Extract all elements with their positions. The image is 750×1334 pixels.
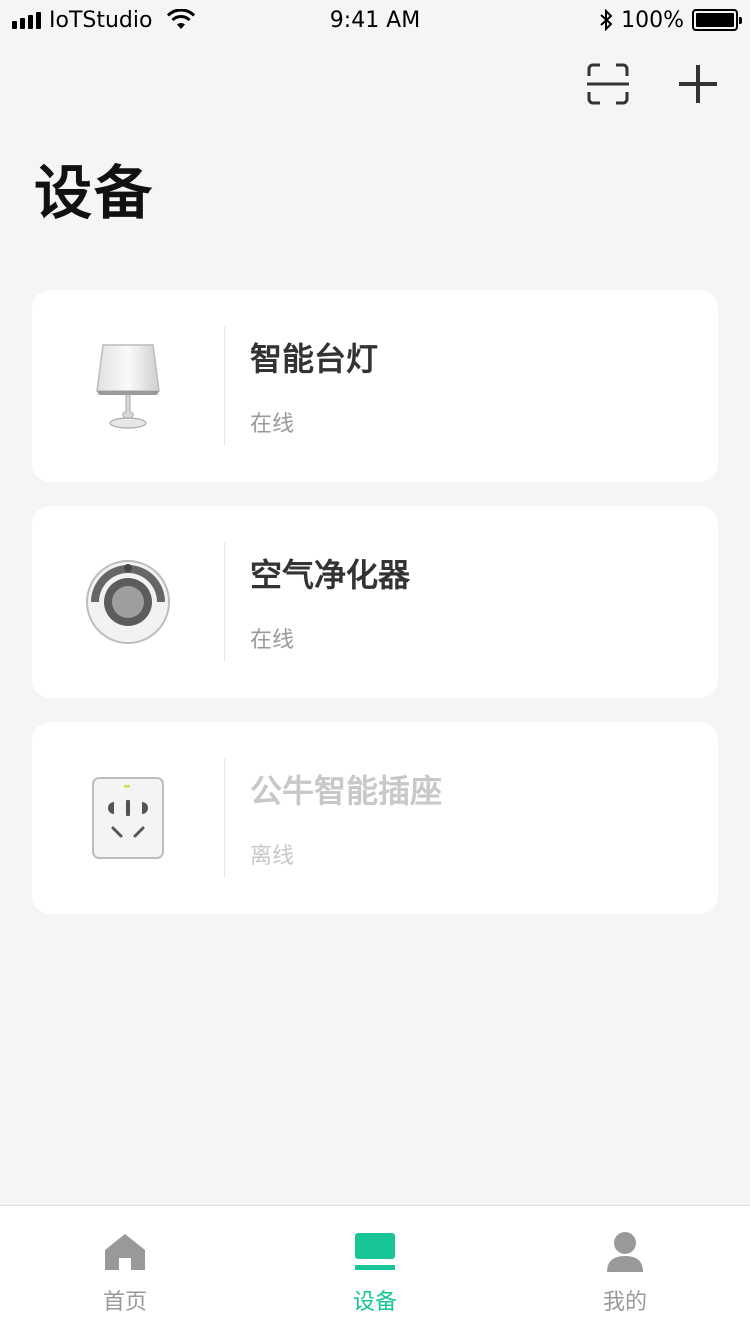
device-card-lamp[interactable]: 智能台灯 在线 bbox=[32, 290, 718, 482]
tab-label: 我的 bbox=[602, 1290, 647, 1315]
battery-icon bbox=[692, 9, 742, 31]
card-divider bbox=[224, 542, 225, 662]
carrier-name: IoTStudio bbox=[49, 7, 153, 33]
device-card-socket[interactable]: 公牛智能插座 离线 bbox=[32, 722, 718, 914]
device-name: 公牛智能插座 bbox=[250, 772, 443, 810]
tab-devices[interactable]: 设备 bbox=[250, 1206, 500, 1334]
tab-icon-wrap bbox=[103, 1230, 147, 1274]
device-icon-wrap bbox=[32, 722, 224, 914]
device-text: 空气净化器 在线 bbox=[250, 550, 410, 654]
device-list: 智能台灯 在线 空气净化器 在线 公牛智能插座 离线 bbox=[32, 290, 718, 938]
device-card-air-purifier[interactable]: 空气净化器 在线 bbox=[32, 506, 718, 698]
device-icon-wrap bbox=[32, 290, 224, 482]
header-actions bbox=[586, 62, 720, 106]
tab-label: 设备 bbox=[352, 1290, 397, 1315]
page-title: 设备 bbox=[34, 159, 155, 227]
device-status: 在线 bbox=[250, 628, 295, 653]
status-bar: IoTStudio 9:41 AM 100% bbox=[0, 0, 750, 40]
card-divider bbox=[224, 758, 225, 878]
device-text: 智能台灯 在线 bbox=[250, 334, 378, 438]
tab-bar: 首页 设备 我的 bbox=[0, 1205, 750, 1334]
status-right: 100% bbox=[599, 7, 742, 33]
device-text: 公牛智能插座 离线 bbox=[250, 766, 442, 870]
signal-icon bbox=[12, 11, 41, 29]
device-name: 智能台灯 bbox=[250, 340, 379, 378]
wifi-icon bbox=[167, 9, 196, 29]
battery-percent: 100% bbox=[621, 7, 684, 33]
device-icon bbox=[355, 1233, 395, 1270]
bluetooth-icon bbox=[600, 9, 613, 31]
add-device-button[interactable] bbox=[676, 62, 720, 106]
device-icon-wrap bbox=[32, 506, 224, 698]
status-left: IoTStudio bbox=[12, 8, 196, 33]
socket-icon bbox=[92, 777, 164, 859]
tab-icon-wrap bbox=[353, 1230, 397, 1274]
tab-icon-wrap bbox=[603, 1230, 647, 1274]
air-purifier-icon bbox=[86, 560, 170, 644]
tab-label: 首页 bbox=[102, 1290, 147, 1315]
scan-icon bbox=[587, 63, 629, 105]
tab-home[interactable]: 首页 bbox=[0, 1206, 250, 1334]
lamp-icon bbox=[96, 344, 160, 429]
tab-me[interactable]: 我的 bbox=[500, 1206, 750, 1334]
device-name: 空气净化器 bbox=[250, 556, 411, 594]
add-icon bbox=[679, 65, 717, 103]
scan-button[interactable] bbox=[586, 62, 630, 106]
device-status: 在线 bbox=[250, 412, 295, 437]
device-status: 离线 bbox=[250, 844, 295, 869]
card-divider bbox=[224, 326, 225, 446]
home-icon bbox=[105, 1234, 145, 1270]
user-icon bbox=[607, 1232, 643, 1272]
